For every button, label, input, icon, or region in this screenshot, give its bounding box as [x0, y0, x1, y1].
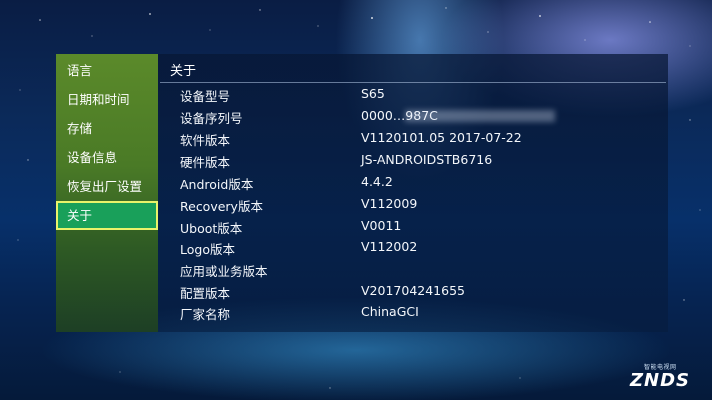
sidebar-item-factory-reset[interactable]: 恢复出厂设置	[56, 172, 158, 201]
info-label: 软件版本	[180, 133, 231, 148]
info-value: V112009	[361, 196, 418, 211]
info-label: 应用或业务版本	[180, 264, 268, 279]
settings-sidebar: 语言 日期和时间 存储 设备信息 恢复出厂设置 关于	[56, 54, 158, 332]
znds-watermark: 智能电视网 ZNDS	[630, 362, 700, 392]
info-value: V112002	[361, 239, 418, 254]
info-label: 硬件版本	[180, 155, 231, 170]
sidebar-item-storage[interactable]: 存储	[56, 114, 158, 143]
page-title: 关于	[170, 64, 197, 79]
sidebar-item-language[interactable]: 语言	[56, 56, 158, 85]
info-value: V0011	[361, 218, 402, 233]
info-value: 4.4.2	[361, 174, 393, 189]
info-label: Uboot版本	[180, 221, 243, 236]
sidebar-item-device-info[interactable]: 设备信息	[56, 143, 158, 172]
info-label: 厂家名称	[180, 307, 231, 322]
info-label: 设备型号	[180, 89, 231, 104]
info-label: 配置版本	[180, 286, 231, 301]
serial-redaction-blur	[405, 110, 555, 122]
sidebar-item-about[interactable]: 关于	[56, 201, 158, 230]
sidebar-item-date-time[interactable]: 日期和时间	[56, 85, 158, 114]
info-label: 设备序列号	[180, 111, 243, 126]
info-value: JS-ANDROIDSTB6716	[361, 152, 493, 167]
info-value: S65	[361, 86, 385, 101]
header-divider	[160, 82, 666, 83]
info-label: Logo版本	[180, 242, 235, 257]
info-value: V1120101.05 2017-07-22	[361, 130, 522, 145]
info-label: Android版本	[180, 177, 254, 192]
watermark-brand: ZNDS	[630, 370, 691, 391]
info-value: V201704241655	[361, 283, 465, 298]
info-label: Recovery版本	[180, 199, 263, 214]
info-value: ChinaGCI	[361, 304, 419, 319]
